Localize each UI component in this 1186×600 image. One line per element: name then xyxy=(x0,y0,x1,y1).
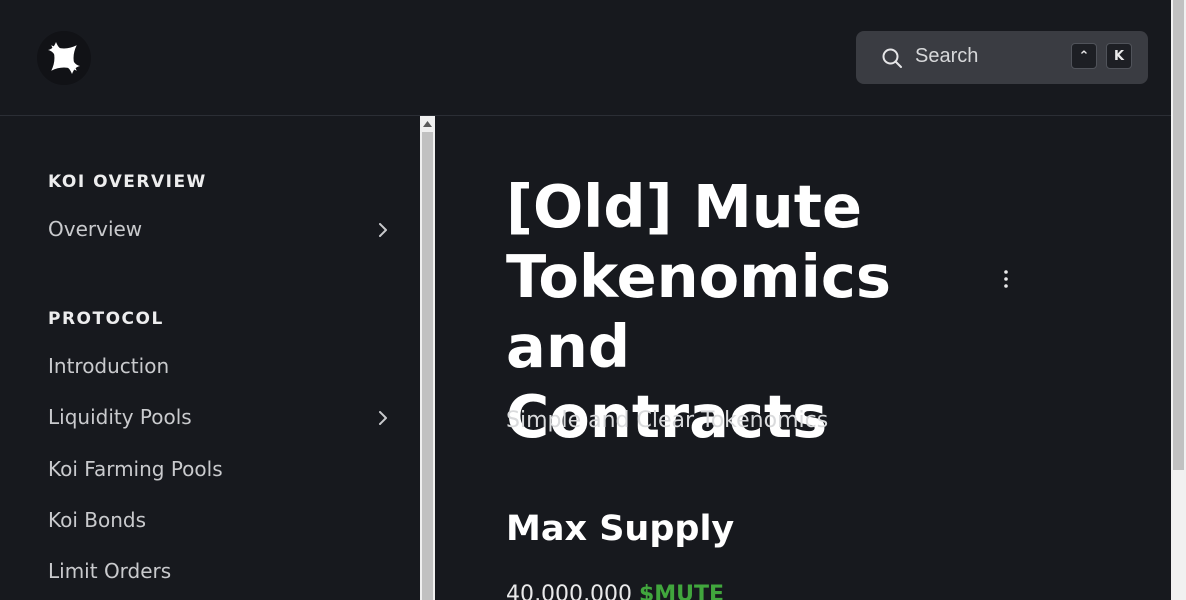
chevron-right-icon[interactable] xyxy=(373,408,393,428)
search-label: Search xyxy=(915,45,979,67)
sidebar-item-koi-farming-pools[interactable]: Koi Farming Pools xyxy=(48,453,393,487)
shortcut-ctrl-key: ⌃ xyxy=(1071,43,1097,69)
sidebar-item-label: Liquidity Pools xyxy=(48,405,192,429)
top-header: Search ⌃ K xyxy=(0,0,1171,116)
search-icon xyxy=(882,48,902,68)
max-supply-value: 40,000,000 $MUTE xyxy=(506,582,724,600)
sidebar-item-label: Koi Bonds xyxy=(48,508,147,532)
sidebar-item-label: Koi Farming Pools xyxy=(48,457,223,481)
page-subtitle: Simple and Clear Tokenomics xyxy=(506,408,829,433)
sidebar-item-koi-bonds[interactable]: Koi Bonds xyxy=(48,504,393,538)
sidebar-nav: KOI OVERVIEW Overview PROTOCOL Introduct… xyxy=(0,116,419,600)
sidebar-item-label: Limit Orders xyxy=(48,559,172,583)
section-title-koi-overview: KOI OVERVIEW xyxy=(48,172,207,192)
sidebar-item-overview[interactable]: Overview xyxy=(48,213,393,247)
shortcut-k-key: K xyxy=(1106,43,1132,69)
sidebar-item-label: Introduction xyxy=(48,354,170,378)
supply-amount: 40,000,000 xyxy=(506,582,632,600)
sidebar-item-liquidity-pools[interactable]: Liquidity Pools xyxy=(48,401,393,435)
section-title-protocol: PROTOCOL xyxy=(48,309,164,329)
sidebar-item-limit-orders[interactable]: Limit Orders xyxy=(48,555,393,589)
sidebar-scrollbar[interactable] xyxy=(420,116,435,600)
token-link[interactable]: $MUTE xyxy=(639,582,724,600)
page-scrollbar-thumb[interactable] xyxy=(1173,0,1184,470)
chevron-right-icon[interactable] xyxy=(373,220,393,240)
more-options-icon[interactable] xyxy=(998,269,1014,289)
sidebar-item-label: Overview xyxy=(48,217,143,241)
sidebar-item-introduction[interactable]: Introduction xyxy=(48,350,393,384)
koi-logo-icon[interactable] xyxy=(37,31,91,85)
main-content: [Old] Mute Tokenomics and Contracts Simp… xyxy=(436,116,1171,600)
page-scrollbar[interactable] xyxy=(1171,0,1186,600)
scroll-up-arrow-icon[interactable] xyxy=(420,116,435,131)
section-heading-max-supply: Max Supply xyxy=(506,509,735,549)
search-button[interactable]: Search ⌃ K xyxy=(856,31,1148,84)
sidebar-scrollbar-thumb[interactable] xyxy=(422,132,433,600)
